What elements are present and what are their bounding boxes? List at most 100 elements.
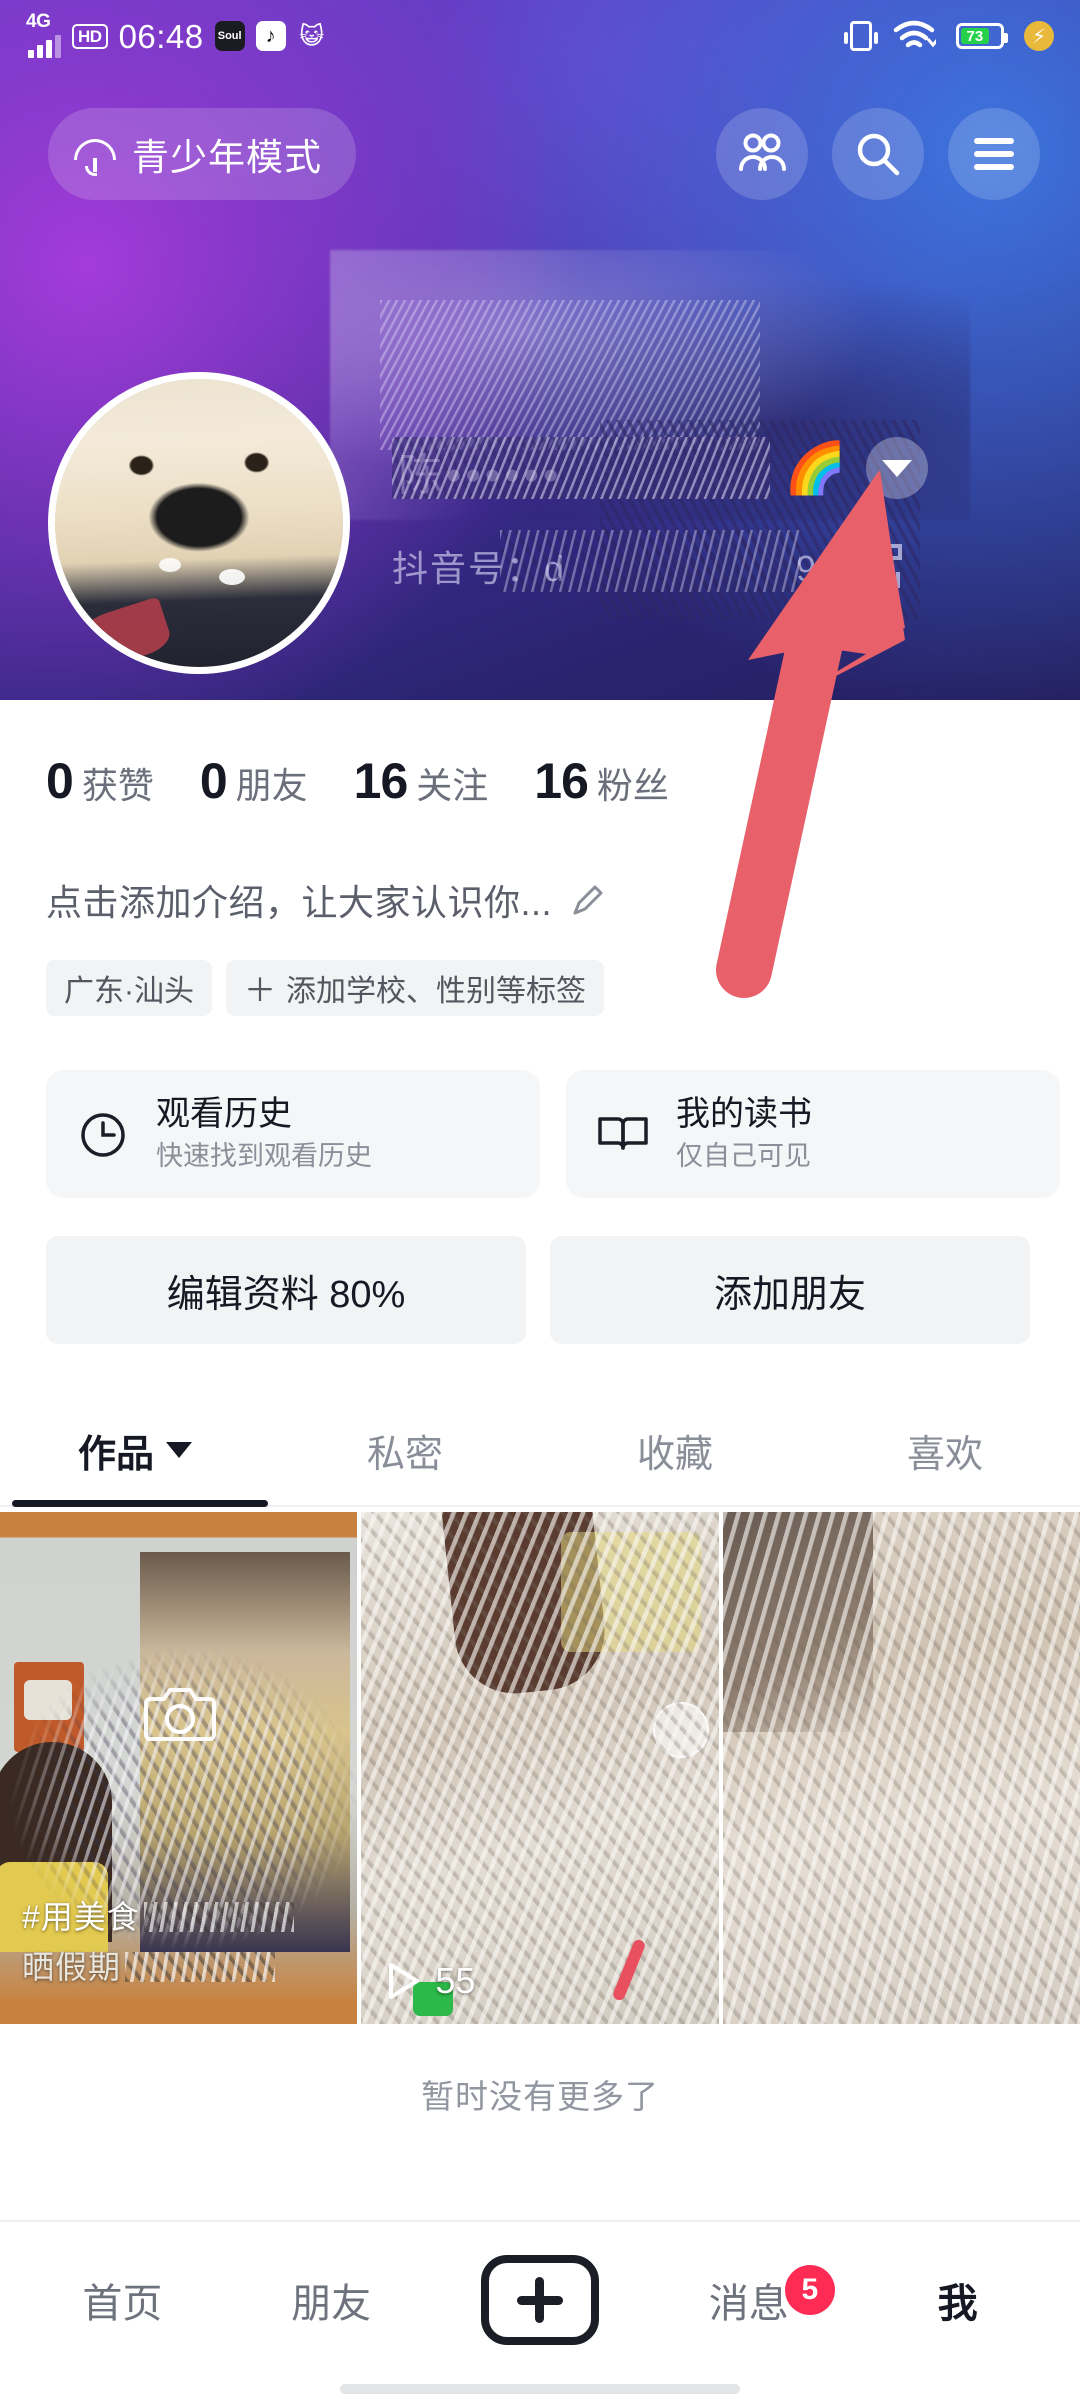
nav-label: 首页 (82, 2282, 163, 2326)
stat-likes[interactable]: 0 获赞 (46, 752, 154, 810)
card-subtitle: 快速找到观看历史 (156, 1140, 372, 1171)
nav-friends[interactable]: 朋友 (227, 2271, 436, 2329)
stat-label: 朋友 (235, 765, 308, 806)
expand-profile-button[interactable] (866, 437, 929, 499)
tab-collections[interactable]: 收藏 (540, 1423, 810, 1478)
stat-following[interactable]: 16 关注 (354, 752, 489, 810)
tag-add[interactable]: ＋ 添加学校、性别等标签 (226, 960, 605, 1016)
book-icon (592, 1103, 654, 1165)
bottom-nav-row: 首页 朋友 消息 5 我 (0, 2232, 1080, 2368)
douyin-profile-screen: 4G HD 06:48 Soul ♪ 😺 73 ⚡ 青少年模式 陈•••••• … (0, 0, 1080, 2408)
tags-row: 广东·汕头 ＋ 添加学校、性别等标签 (46, 960, 605, 1016)
tag-location[interactable]: 广东·汕头 (46, 960, 212, 1016)
signal-bars-icon (28, 34, 61, 58)
tab-likes[interactable]: 喜欢 (810, 1423, 1080, 1478)
quick-cards-row: 观看历史 快速找到观看历史 我的读书 仅自己可见 (46, 1070, 1080, 1198)
douyin-id-row[interactable]: 抖音号：d 99 (392, 530, 903, 592)
card-my-reading[interactable]: 我的读书 仅自己可见 (566, 1070, 1060, 1198)
teen-mode-button[interactable]: 青少年模式 (48, 108, 356, 200)
soul-app-icon: Soul (214, 21, 245, 51)
tab-label: 私密 (366, 1433, 443, 1476)
profile-detail-sheet: 0 获赞 0 朋友 16 关注 16 粉丝 点击添加介绍，让大家认识你... 广… (0, 700, 1080, 2408)
wifi-icon (893, 20, 936, 48)
stat-friends[interactable]: 0 朋友 (200, 752, 308, 810)
thumb-redaction-brush (722, 1512, 1080, 2024)
search-icon (857, 133, 900, 176)
battery-percent: 73 (961, 28, 989, 45)
nav-create[interactable] (436, 2255, 645, 2345)
friends-button[interactable] (716, 108, 808, 200)
username-row[interactable]: 陈•••••• 🌈 (392, 432, 1022, 504)
tab-label: 喜欢 (906, 1433, 983, 1476)
avatar[interactable] (48, 372, 350, 674)
network-type-label: 4G (26, 10, 51, 32)
douyin-id-tail: 99 (796, 548, 841, 589)
stat-label: 获赞 (81, 765, 154, 806)
caption-text: 晒假期 (22, 1949, 122, 1985)
stats-row: 0 获赞 0 朋友 16 关注 16 粉丝 (46, 752, 669, 810)
profile-top-nav: 青少年模式 (0, 108, 1080, 204)
status-bar-right: 73 ⚡ (844, 19, 1054, 53)
card-watch-history[interactable]: 观看历史 快速找到观看历史 (46, 1070, 540, 1198)
nav-messages[interactable]: 消息 5 (644, 2265, 853, 2329)
caption-text: #用美食 (22, 1899, 140, 1935)
edit-profile-label: 编辑资料 80% (166, 1273, 406, 1316)
card-title: 我的读书 (676, 1095, 812, 1134)
play-icon (389, 1963, 420, 1999)
rainbow-emoji-icon: 🌈 (784, 440, 847, 496)
teen-mode-label: 青少年模式 (132, 137, 322, 178)
signal-icon: 4G (26, 11, 61, 58)
pencil-icon[interactable] (568, 880, 608, 920)
plus-create-icon (480, 2255, 599, 2345)
camera-icon (144, 1688, 216, 1741)
video-thumbnail[interactable] (722, 1512, 1080, 2024)
umbrella-icon (74, 133, 116, 176)
tab-private[interactable]: 私密 (270, 1423, 540, 1478)
bio-row[interactable]: 点击添加介绍，让大家认识你... (46, 874, 608, 926)
play-count-value: 55 (435, 1960, 476, 2001)
home-indicator (340, 2384, 740, 2394)
play-count: 55 (383, 1960, 475, 2002)
bio-placeholder: 点击添加介绍，让大家认识你... (46, 882, 553, 923)
card-text: 观看历史 快速找到观看历史 (156, 1094, 372, 1173)
bottom-navigation-bar: 首页 朋友 消息 5 我 (0, 2232, 1080, 2408)
nav-home[interactable]: 首页 (18, 2271, 227, 2329)
edit-profile-button[interactable]: 编辑资料 80% (46, 1236, 526, 1344)
video-thumbnail[interactable]: 55 (361, 1512, 719, 2024)
video-caption-line2: 晒假期 (22, 1942, 276, 1988)
hd-badge: HD (72, 23, 108, 49)
video-grid: #用美食 晒假期 55 (0, 1512, 1080, 2024)
card-subtitle: 仅自己可见 (676, 1140, 811, 1171)
vibrate-icon (844, 21, 878, 51)
hamburger-menu-icon (974, 138, 1014, 170)
battery-icon: 73 (956, 23, 1008, 49)
chevron-down-icon (882, 459, 913, 477)
plus-icon: ＋ (244, 972, 277, 1008)
status-bar-left: 4G HD 06:48 Soul ♪ 😺 (26, 11, 327, 58)
chevron-down-icon (166, 1442, 192, 1458)
clock-icon (72, 1103, 134, 1165)
clock-time: 06:48 (118, 17, 204, 55)
tab-label: 作品 (77, 1433, 154, 1476)
qr-code-icon[interactable] (858, 544, 903, 588)
stat-value: 0 (46, 753, 74, 809)
content-tabs: 作品 私密 收藏 喜欢 (0, 1400, 1080, 1512)
nav-label: 消息 (708, 2282, 789, 2326)
tab-label: 收藏 (636, 1433, 713, 1476)
tab-works[interactable]: 作品 (0, 1423, 270, 1478)
nav-label: 我 (937, 2282, 978, 2326)
active-tab-indicator (12, 1500, 268, 1507)
tab-row: 作品 私密 收藏 喜欢 (0, 1400, 1080, 1500)
search-button[interactable] (832, 108, 924, 200)
end-of-list-text: 暂时没有更多了 (421, 2078, 659, 2115)
stat-fans[interactable]: 16 粉丝 (534, 752, 669, 810)
thumb-redaction-brush (361, 1512, 719, 2024)
menu-button[interactable] (948, 108, 1040, 200)
add-friends-button[interactable]: 添加朋友 (550, 1236, 1030, 1344)
nav-label: 朋友 (291, 2282, 372, 2326)
fast-charge-icon: ⚡ (1024, 21, 1054, 51)
video-thumbnail[interactable]: #用美食 晒假期 (0, 1512, 358, 2024)
card-title: 观看历史 (156, 1095, 292, 1134)
avatar-detail (158, 557, 181, 572)
nav-me[interactable]: 我 (853, 2271, 1062, 2329)
